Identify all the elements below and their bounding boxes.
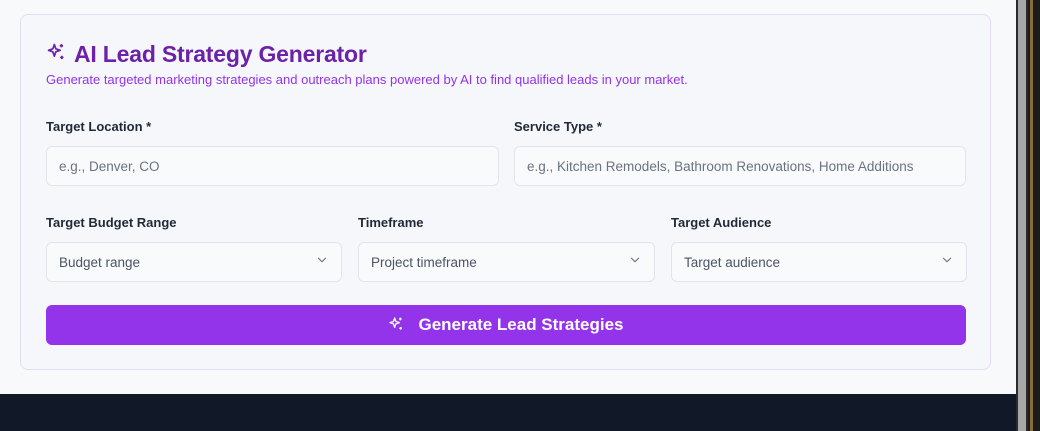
budget-range-label: Target Budget Range [46,215,177,230]
chevron-down-icon [940,253,954,272]
lead-strategy-card: AI Lead Strategy Generator Generate targ… [20,14,991,370]
budget-range-select[interactable]: Budget range [46,242,342,282]
chevron-down-icon [315,253,329,272]
page-title: AI Lead Strategy Generator [74,40,367,67]
target-audience-label: Target Audience [671,215,772,230]
generate-strategies-button[interactable]: Generate Lead Strategies [46,305,966,345]
sparkles-icon [46,42,66,67]
location-label: Target Location * [46,119,152,134]
location-input[interactable] [46,146,499,186]
card-header: AI Lead Strategy Generator [46,39,367,69]
service-type-label: Service Type * [514,119,602,134]
target-audience-value: Target audience [684,254,781,270]
chevron-down-icon [628,253,642,272]
budget-range-value: Budget range [59,254,141,270]
timeframe-select[interactable]: Project timeframe [358,242,655,282]
generate-button-label: Generate Lead Strategies [418,315,624,334]
page-viewport: AI Lead Strategy Generator Generate targ… [0,0,1016,431]
sparkles-icon [388,316,404,335]
scrollbar-thumb[interactable] [1018,0,1026,431]
window-edge-strip [1030,0,1033,431]
service-type-input[interactable] [514,146,966,186]
timeframe-value: Project timeframe [371,254,477,270]
timeframe-label: Timeframe [358,215,424,230]
page-subtitle: Generate targeted marketing strategies a… [46,72,688,87]
page-footer [0,394,1016,431]
target-audience-select[interactable]: Target audience [671,242,967,282]
